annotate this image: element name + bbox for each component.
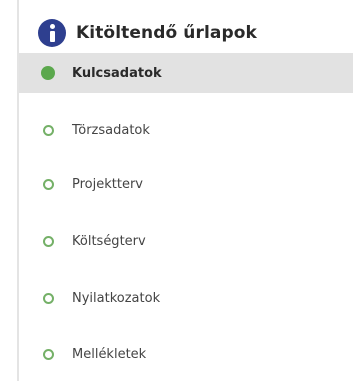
sidebar-item-projektterv[interactable]: Projektterv: [19, 164, 353, 204]
sidebar-item-label: Törzsadatok: [72, 122, 150, 138]
sidebar-item-label: Projektterv: [72, 176, 143, 192]
status-dot-empty-icon: [43, 348, 54, 360]
sidebar-item-label: Költségterv: [72, 233, 146, 249]
sidebar-title: Kitöltendő űrlapok: [76, 23, 257, 43]
sidebar-item-kulcsadatok[interactable]: Kulcsadatok: [19, 53, 353, 93]
status-dot-empty-icon: [43, 124, 54, 136]
status-dot-empty-icon: [43, 178, 54, 190]
sidebar-item-torzsadatok[interactable]: Törzsadatok: [19, 110, 353, 150]
sidebar-header: Kitöltendő űrlapok: [38, 18, 257, 48]
sidebar-item-mellekletek[interactable]: Mellékletek: [19, 334, 353, 374]
forms-sidebar: Kitöltendő űrlapok Kulcsadatok Törzsadat…: [0, 0, 353, 381]
sidebar-item-label: Mellékletek: [72, 346, 147, 362]
sidebar-item-nyilatkozatok[interactable]: Nyilatkozatok: [19, 278, 353, 318]
sidebar-item-label: Kulcsadatok: [72, 65, 162, 81]
status-dot-filled-icon: [41, 66, 55, 80]
status-dot-empty-icon: [43, 292, 54, 304]
status-dot-empty-icon: [43, 235, 54, 247]
sidebar-item-koltsegterv[interactable]: Költségterv: [19, 221, 353, 261]
sidebar-item-label: Nyilatkozatok: [72, 290, 161, 306]
info-icon: [38, 19, 66, 47]
